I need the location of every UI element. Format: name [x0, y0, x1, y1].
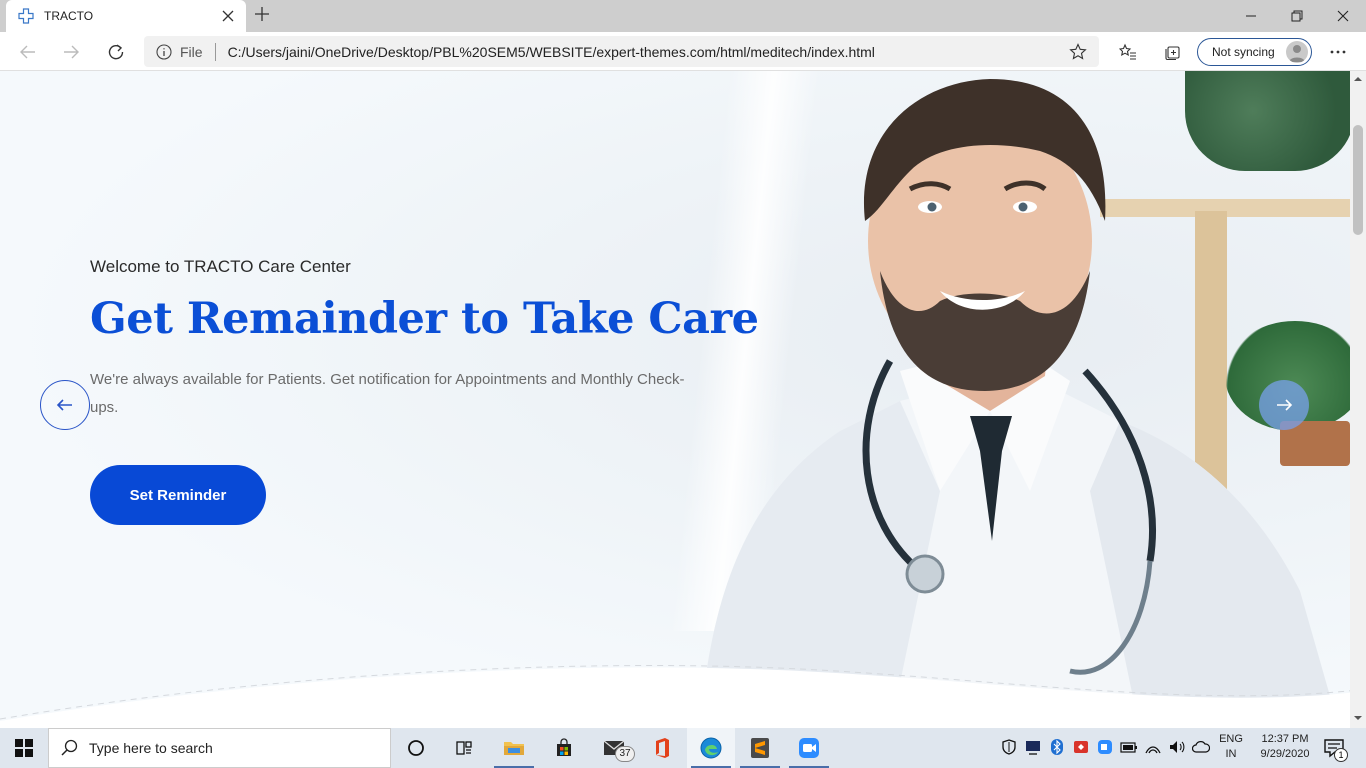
sublime-icon: [751, 738, 769, 758]
wifi-icon[interactable]: [1144, 738, 1162, 756]
edge-icon: [700, 737, 722, 759]
store-bag-icon: [557, 738, 571, 756]
collections-icon[interactable]: [1161, 41, 1183, 63]
file-explorer-app[interactable]: [490, 728, 538, 768]
medical-cross-icon: [18, 8, 34, 24]
office-app[interactable]: [638, 728, 686, 768]
arrow-left-icon: [56, 399, 72, 411]
sublime-text-app[interactable]: [736, 728, 784, 768]
tab-close-icon[interactable]: [216, 4, 240, 28]
browser-tab[interactable]: TRACTO: [6, 0, 246, 32]
cortana-circle-icon: [408, 740, 424, 756]
new-tab-button[interactable]: [250, 4, 274, 28]
arrow-right-icon: [64, 45, 79, 59]
page-scrollbar[interactable]: [1350, 71, 1366, 728]
store-app[interactable]: [540, 728, 588, 768]
arrow-right-icon: [1277, 399, 1293, 411]
browser-toolbar: File C:/Users/jaini/OneDrive/Desktop/PBL…: [0, 32, 1366, 71]
reload-icon: [108, 44, 124, 60]
sync-label: Not syncing: [1212, 45, 1275, 59]
taskbar-clock[interactable]: 12:37 PM 9/29/2020: [1250, 732, 1320, 762]
favorites-icon[interactable]: [1117, 41, 1139, 63]
notification-count-badge: 1: [1334, 748, 1348, 762]
edge-app[interactable]: [687, 728, 735, 768]
scroll-up-icon[interactable]: [1354, 75, 1362, 83]
mail-unread-badge: 37: [615, 746, 635, 762]
browser-tabbar: TRACTO: [0, 0, 1366, 32]
reload-button[interactable]: [101, 37, 131, 67]
window-minimize-button[interactable]: [1228, 0, 1274, 32]
lang-code: ENG: [1219, 733, 1243, 745]
battery-icon[interactable]: [1120, 738, 1138, 756]
windows-taskbar: Type here to search 37 ENG IN 12:37 PM 9…: [0, 728, 1366, 768]
hero-bottom-wave: [0, 665, 1366, 728]
favorite-star-icon[interactable]: [1069, 42, 1087, 61]
profile-sync-button[interactable]: Not syncing: [1197, 38, 1312, 66]
windows-logo-icon: [15, 739, 33, 757]
tab-title: TRACTO: [44, 9, 94, 23]
clock-date: 9/29/2020: [1260, 748, 1310, 760]
display-tray-icon[interactable]: [1024, 738, 1042, 756]
search-icon: [61, 739, 78, 756]
scroll-down-icon[interactable]: [1354, 714, 1362, 722]
set-reminder-button[interactable]: Set Reminder: [90, 465, 266, 525]
hero-description: We're always available for Patients. Get…: [90, 371, 685, 416]
task-view-icon: [456, 741, 472, 755]
lang-region: IN: [1225, 748, 1237, 760]
search-placeholder: Type here to search: [89, 740, 213, 756]
onedrive-cloud-icon[interactable]: [1192, 738, 1210, 756]
url-text[interactable]: C:/Users/jaini/OneDrive/Desktop/PBL%20SE…: [228, 44, 1069, 60]
back-button[interactable]: [13, 37, 43, 67]
forward-button[interactable]: [56, 37, 86, 67]
zoom-app[interactable]: [785, 728, 833, 768]
slider-prev-button[interactable]: [40, 380, 90, 430]
folder-icon: [504, 742, 524, 755]
taskbar-search-input[interactable]: Type here to search: [48, 728, 391, 768]
zoom-video-icon: [799, 738, 819, 758]
app-tray-icon[interactable]: [1072, 738, 1090, 756]
zoom-tray-icon[interactable]: [1096, 738, 1114, 756]
hero-content: Welcome to TRACTO Care Center Get Remain…: [90, 257, 759, 525]
page-viewport: Welcome to TRACTO Care Center Get Remain…: [0, 71, 1366, 728]
avatar: [1286, 41, 1308, 63]
office-icon: [656, 738, 669, 758]
scheme-label: File: [180, 43, 203, 60]
cortana-button[interactable]: [392, 728, 440, 768]
clock-time: 12:37 PM: [1261, 733, 1309, 745]
bluetooth-icon[interactable]: [1048, 738, 1066, 756]
scroll-thumb[interactable]: [1353, 125, 1363, 235]
volume-icon[interactable]: [1168, 738, 1186, 756]
slider-next-button[interactable]: [1259, 380, 1309, 430]
address-bar[interactable]: File C:/Users/jaini/OneDrive/Desktop/PBL…: [144, 36, 1099, 67]
window-restore-button[interactable]: [1274, 0, 1320, 32]
address-separator: [214, 42, 216, 61]
more-options-icon[interactable]: [1327, 41, 1349, 63]
security-shield-icon[interactable]: [1000, 738, 1018, 756]
hero-welcome-text: Welcome to TRACTO Care Center: [90, 257, 351, 276]
window-close-button[interactable]: [1320, 0, 1366, 32]
start-button[interactable]: [0, 728, 48, 768]
arrow-left-icon: [20, 45, 35, 59]
input-language[interactable]: ENG IN: [1217, 732, 1245, 762]
hero-headline: Get Remainder to Take Care: [90, 294, 759, 344]
info-icon[interactable]: [156, 43, 172, 60]
task-view-button[interactable]: [440, 728, 488, 768]
